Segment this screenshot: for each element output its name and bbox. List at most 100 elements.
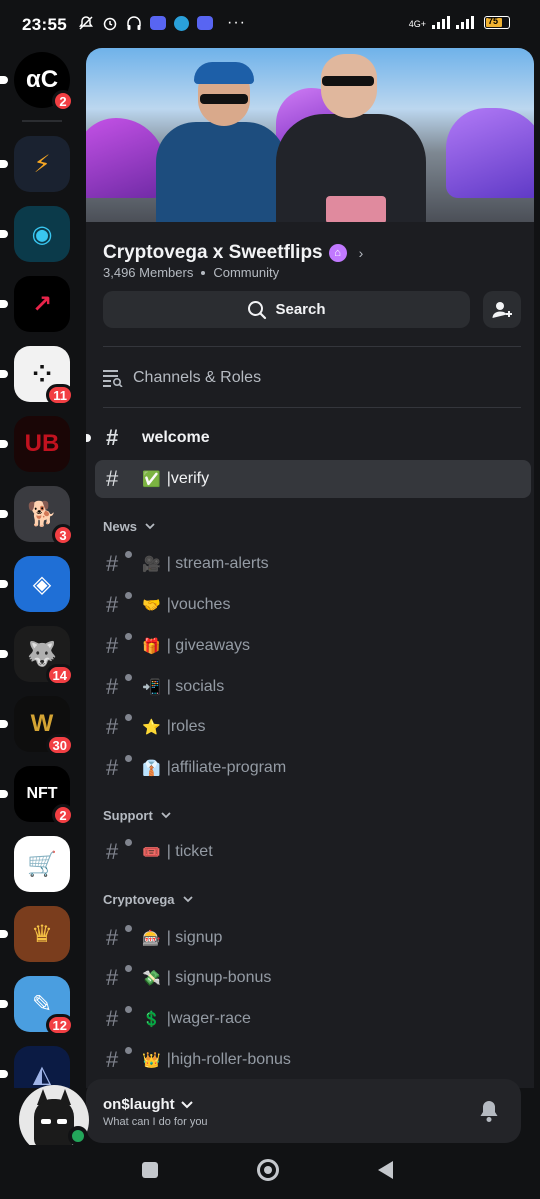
server-icon-dc-server[interactable]: αC 2 — [0, 52, 74, 112]
channel-name: |roles — [166, 718, 206, 735]
hashtag-icon: # — [106, 1006, 132, 1030]
banner-car — [446, 108, 534, 198]
unread-indicator — [0, 720, 8, 728]
chevron-right-icon: › — [358, 245, 364, 261]
unread-indicator — [0, 930, 8, 938]
channel-welcome[interactable]: # welcome — [86, 419, 531, 457]
user-name-row[interactable]: on$laught — [103, 1096, 193, 1113]
channel-signup[interactable]: # 🎰 | signup — [95, 919, 531, 957]
more-notifications-icon: ··· — [227, 14, 246, 31]
battery-icon: 75 — [484, 16, 510, 29]
category-news[interactable]: News — [103, 516, 155, 536]
channel-stream-alerts[interactable]: # 🎥 | stream-alerts — [95, 545, 531, 583]
lock-icon — [125, 633, 132, 640]
status-bar: 23:55 ··· 4G+ 75 — [0, 0, 540, 48]
mute-icon — [79, 16, 93, 30]
back-button[interactable] — [378, 1161, 393, 1179]
server-icon-pen-server[interactable]: ✎ 12 — [0, 976, 74, 1036]
server-icon-shiba-server[interactable]: 🐕 3 — [0, 486, 74, 546]
mention-badge: 3 — [52, 524, 74, 546]
server-glyph: ⚡ — [33, 150, 51, 178]
category-support[interactable]: Support — [103, 805, 171, 825]
channel-emoji: 📲 — [142, 679, 161, 696]
server-icon-wolf-chart-server[interactable]: 🐺 14 — [0, 626, 74, 686]
channel-name: | giveaways — [166, 637, 250, 654]
channel-roles[interactable]: # ⭐ |roles — [95, 708, 531, 746]
server-icon-undead-blocks-server[interactable]: UB — [0, 416, 70, 472]
server-icon-king-server[interactable]: ♛ — [0, 906, 70, 962]
channel-giveaways[interactable]: # 🎁 | giveaways — [95, 627, 531, 665]
user-custom-status: What can I do for you — [103, 1116, 208, 1128]
hashtag-icon: # — [106, 714, 132, 738]
server-rail: αC 2 ⚡ ◉ ↗ ⁘ 11 UB 🐕 3 ◈ 🐺 14 W 30 NFT 2 🛒 ♛ ✎ 12 ◭ — [0, 48, 86, 1088]
unread-indicator — [0, 1000, 8, 1008]
lock-icon — [125, 551, 132, 558]
category-cryptovega[interactable]: Cryptovega — [103, 889, 193, 909]
channel-socials[interactable]: # 📲 | socials — [95, 668, 531, 706]
chevron-down-icon — [180, 1100, 193, 1108]
server-icon-discord-cyber-server[interactable]: ◉ — [0, 206, 70, 262]
channel-emoji: 💲 — [142, 1011, 161, 1028]
mention-badge: 12 — [45, 1014, 74, 1036]
banner-bag — [326, 196, 386, 222]
server-glyph: W — [30, 710, 54, 737]
discord-app: 23:55 ··· 4G+ 75 αC 2 ⚡ ◉ ↗ ⁘ 11 UB 🐕 3 ◈ 🐺 14 W 30 NFT… — [0, 0, 540, 1199]
server-glyph: 🛒 — [27, 850, 57, 878]
server-icon-nft-server[interactable]: NFT 2 — [0, 766, 74, 826]
hashtag-icon: # — [106, 839, 132, 863]
lock-icon — [125, 1047, 132, 1054]
channel-name: | socials — [166, 678, 225, 695]
server-glyph: 🐕 — [27, 500, 57, 528]
channel-high-roller-bonus[interactable]: # 👑 |high-roller-bonus — [95, 1041, 531, 1079]
server-icon-wolves-server[interactable]: W 30 — [0, 696, 74, 756]
server-icon-figma-server[interactable]: ◈ — [0, 556, 70, 612]
mention-badge: 30 — [45, 734, 74, 756]
server-icon-lightning-server[interactable]: ⚡ — [0, 136, 70, 192]
server-banner[interactable] — [86, 48, 534, 222]
search-button[interactable]: Search — [103, 291, 470, 328]
rail-separator — [22, 120, 62, 122]
server-icon-cart-server[interactable]: 🛒 — [14, 836, 70, 892]
recents-button[interactable] — [142, 1162, 158, 1178]
channel-verify[interactable]: # ✅ | verify — [95, 460, 531, 498]
status-time: 23:55 — [22, 15, 67, 34]
server-glyph: UB — [24, 430, 60, 457]
invite-members-button[interactable] — [483, 291, 521, 328]
signal-icon-2 — [456, 15, 474, 29]
channel-vouches[interactable]: # 🤝 |vouches — [95, 586, 531, 624]
channel-affiliate-program[interactable]: # 👔 |affiliate-program — [95, 749, 531, 787]
lock-icon — [125, 925, 132, 932]
channel-emoji: ⭐ — [142, 719, 161, 736]
channel-wager-race[interactable]: # 💲 |wager-race — [95, 1000, 531, 1038]
meta-separator — [201, 270, 206, 275]
channel-emoji: ✅ — [142, 471, 161, 488]
server-icon-chart-server[interactable]: ↗ — [0, 276, 70, 332]
server-glyph: ↗ — [31, 290, 53, 318]
unread-indicator — [0, 580, 8, 588]
channel-ticket[interactable]: # 🎟️ | ticket — [95, 833, 531, 871]
server-icon-fox-server[interactable]: ◭ — [0, 1046, 70, 1088]
lock-icon — [125, 1006, 132, 1013]
server-icon-dots-server[interactable]: ⁘ 11 — [0, 346, 74, 406]
hashtag-icon: # — [106, 466, 119, 491]
system-nav-bar — [0, 1145, 540, 1199]
search-icon — [248, 300, 267, 319]
channel-name: | signup-bonus — [166, 969, 272, 986]
channel-name: |high-roller-bonus — [166, 1051, 291, 1068]
add-user-icon — [492, 301, 512, 318]
channel-name: verify — [170, 470, 210, 487]
unread-indicator — [0, 440, 8, 448]
banner-car — [86, 118, 166, 198]
divider — [103, 346, 521, 347]
server-title-row[interactable]: Cryptovega x Sweetflips ⌂ › — [103, 242, 363, 264]
notification-bell-icon[interactable] — [478, 1099, 500, 1123]
channels-roles-button[interactable]: Channels & Roles — [103, 360, 261, 396]
channel-signup-bonus[interactable]: # 💸 | signup-bonus — [95, 959, 531, 997]
channel-name: | stream-alerts — [166, 555, 269, 572]
home-button[interactable] — [257, 1159, 279, 1181]
server-glyph: ✎ — [31, 990, 53, 1018]
unread-indicator — [0, 1070, 8, 1078]
online-status-indicator — [68, 1126, 88, 1146]
telegram-notification-icon — [174, 15, 189, 31]
chevron-down-icon — [145, 522, 155, 529]
